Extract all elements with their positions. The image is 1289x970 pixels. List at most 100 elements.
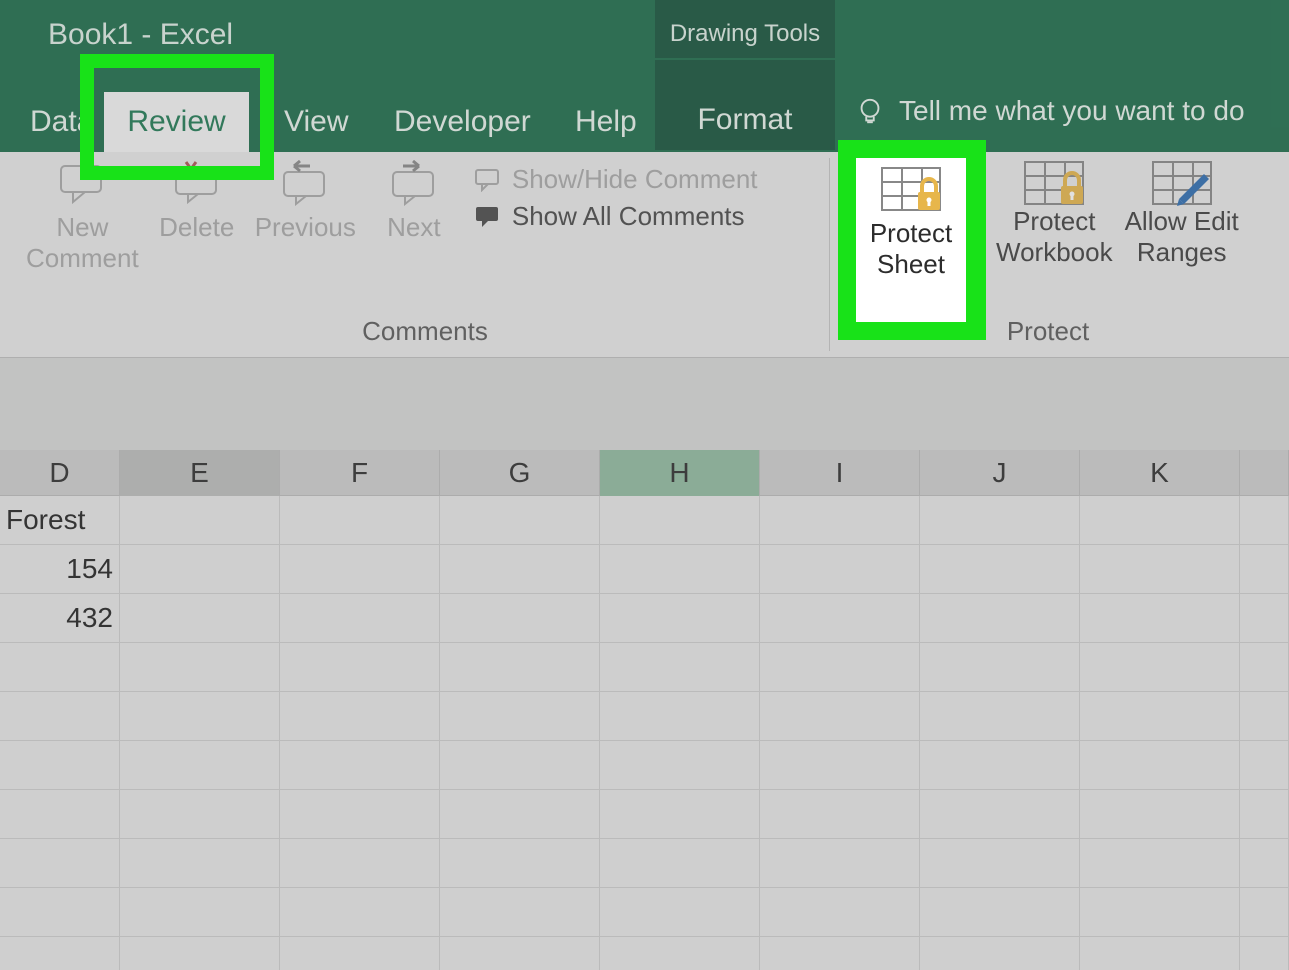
cell-E5[interactable] <box>120 692 280 741</box>
cell-K3[interactable] <box>1080 594 1240 643</box>
cell-F3[interactable] <box>280 594 440 643</box>
cell-K9[interactable] <box>1080 888 1240 937</box>
column-header-H[interactable]: H <box>600 450 760 496</box>
cell-G1[interactable] <box>440 496 600 545</box>
cell-I1[interactable] <box>760 496 920 545</box>
cell-E8[interactable] <box>120 839 280 888</box>
cell-L7[interactable] <box>1240 790 1289 839</box>
cell-I2[interactable] <box>760 545 920 594</box>
cell-E3[interactable] <box>120 594 280 643</box>
cell-I3[interactable] <box>760 594 920 643</box>
cell-H10[interactable] <box>600 937 760 970</box>
cell-G4[interactable] <box>440 643 600 692</box>
cell-J1[interactable] <box>920 496 1080 545</box>
cell-L9[interactable] <box>1240 888 1289 937</box>
cell-D5[interactable] <box>0 692 120 741</box>
cell-H8[interactable] <box>600 839 760 888</box>
cell-E2[interactable] <box>120 545 280 594</box>
cell-F8[interactable] <box>280 839 440 888</box>
column-header-next[interactable] <box>1240 450 1289 496</box>
cell-J4[interactable] <box>920 643 1080 692</box>
column-header-F[interactable]: F <box>280 450 440 496</box>
cell-G8[interactable] <box>440 839 600 888</box>
tab-help[interactable]: Help <box>563 92 649 152</box>
cell-L5[interactable] <box>1240 692 1289 741</box>
cell-L4[interactable] <box>1240 643 1289 692</box>
cell-L1[interactable] <box>1240 496 1289 545</box>
cell-J6[interactable] <box>920 741 1080 790</box>
cell-I10[interactable] <box>760 937 920 970</box>
show-hide-comment-button[interactable]: Show/Hide Comment <box>474 164 758 195</box>
cell-K2[interactable] <box>1080 545 1240 594</box>
cell-F1[interactable] <box>280 496 440 545</box>
cell-I6[interactable] <box>760 741 920 790</box>
column-header-E[interactable]: E <box>120 450 280 496</box>
cell-L3[interactable] <box>1240 594 1289 643</box>
cell-K6[interactable] <box>1080 741 1240 790</box>
allow-edit-ranges-button[interactable]: Allow Edit Ranges <box>1125 160 1239 268</box>
cell-E4[interactable] <box>120 643 280 692</box>
column-header-D[interactable]: D <box>0 450 120 496</box>
cell-F5[interactable] <box>280 692 440 741</box>
cell-D6[interactable] <box>0 741 120 790</box>
cell-D4[interactable] <box>0 643 120 692</box>
cell-I9[interactable] <box>760 888 920 937</box>
cell-F9[interactable] <box>280 888 440 937</box>
column-header-G[interactable]: G <box>440 450 600 496</box>
cell-H4[interactable] <box>600 643 760 692</box>
show-all-comments-button[interactable]: Show All Comments <box>474 201 758 232</box>
cell-D3[interactable]: 432 <box>0 594 120 643</box>
cell-G3[interactable] <box>440 594 600 643</box>
tab-review[interactable]: Review <box>104 92 249 152</box>
tab-data[interactable]: Data <box>18 92 105 152</box>
cell-D7[interactable] <box>0 790 120 839</box>
cell-E10[interactable] <box>120 937 280 970</box>
tab-format[interactable]: Format <box>655 60 835 150</box>
cell-I4[interactable] <box>760 643 920 692</box>
cell-L10[interactable] <box>1240 937 1289 970</box>
delete-comment-button[interactable]: Delete <box>151 160 243 243</box>
cell-F2[interactable] <box>280 545 440 594</box>
next-comment-button[interactable]: Next <box>368 160 460 243</box>
cell-D10[interactable] <box>0 937 120 970</box>
cell-E1[interactable] <box>120 496 280 545</box>
cell-J3[interactable] <box>920 594 1080 643</box>
cell-L8[interactable] <box>1240 839 1289 888</box>
protect-workbook-button[interactable]: Protect Workbook <box>996 160 1113 268</box>
cell-H7[interactable] <box>600 790 760 839</box>
cell-F4[interactable] <box>280 643 440 692</box>
cell-F10[interactable] <box>280 937 440 970</box>
cell-F7[interactable] <box>280 790 440 839</box>
cell-H1[interactable] <box>600 496 760 545</box>
column-header-J[interactable]: J <box>920 450 1080 496</box>
cell-H3[interactable] <box>600 594 760 643</box>
cell-E9[interactable] <box>120 888 280 937</box>
cell-I8[interactable] <box>760 839 920 888</box>
protect-sheet-button[interactable]: Protect Sheet <box>856 158 966 322</box>
cell-D1[interactable]: Forest <box>0 496 120 545</box>
tell-me-search[interactable]: Tell me what you want to do <box>855 95 1245 127</box>
cell-G2[interactable] <box>440 545 600 594</box>
cell-G6[interactable] <box>440 741 600 790</box>
cell-G5[interactable] <box>440 692 600 741</box>
cell-J10[interactable] <box>920 937 1080 970</box>
cell-K4[interactable] <box>1080 643 1240 692</box>
tab-view[interactable]: View <box>272 92 360 152</box>
cell-H6[interactable] <box>600 741 760 790</box>
cell-D8[interactable] <box>0 839 120 888</box>
cell-G9[interactable] <box>440 888 600 937</box>
cell-J2[interactable] <box>920 545 1080 594</box>
tab-developer[interactable]: Developer <box>382 92 543 152</box>
cell-D9[interactable] <box>0 888 120 937</box>
column-header-K[interactable]: K <box>1080 450 1240 496</box>
cell-K1[interactable] <box>1080 496 1240 545</box>
new-comment-button[interactable]: New Comment <box>26 160 139 274</box>
cell-I5[interactable] <box>760 692 920 741</box>
cell-H2[interactable] <box>600 545 760 594</box>
cell-G10[interactable] <box>440 937 600 970</box>
cell-G7[interactable] <box>440 790 600 839</box>
cell-K8[interactable] <box>1080 839 1240 888</box>
cell-L6[interactable] <box>1240 741 1289 790</box>
cell-F6[interactable] <box>280 741 440 790</box>
cell-H9[interactable] <box>600 888 760 937</box>
